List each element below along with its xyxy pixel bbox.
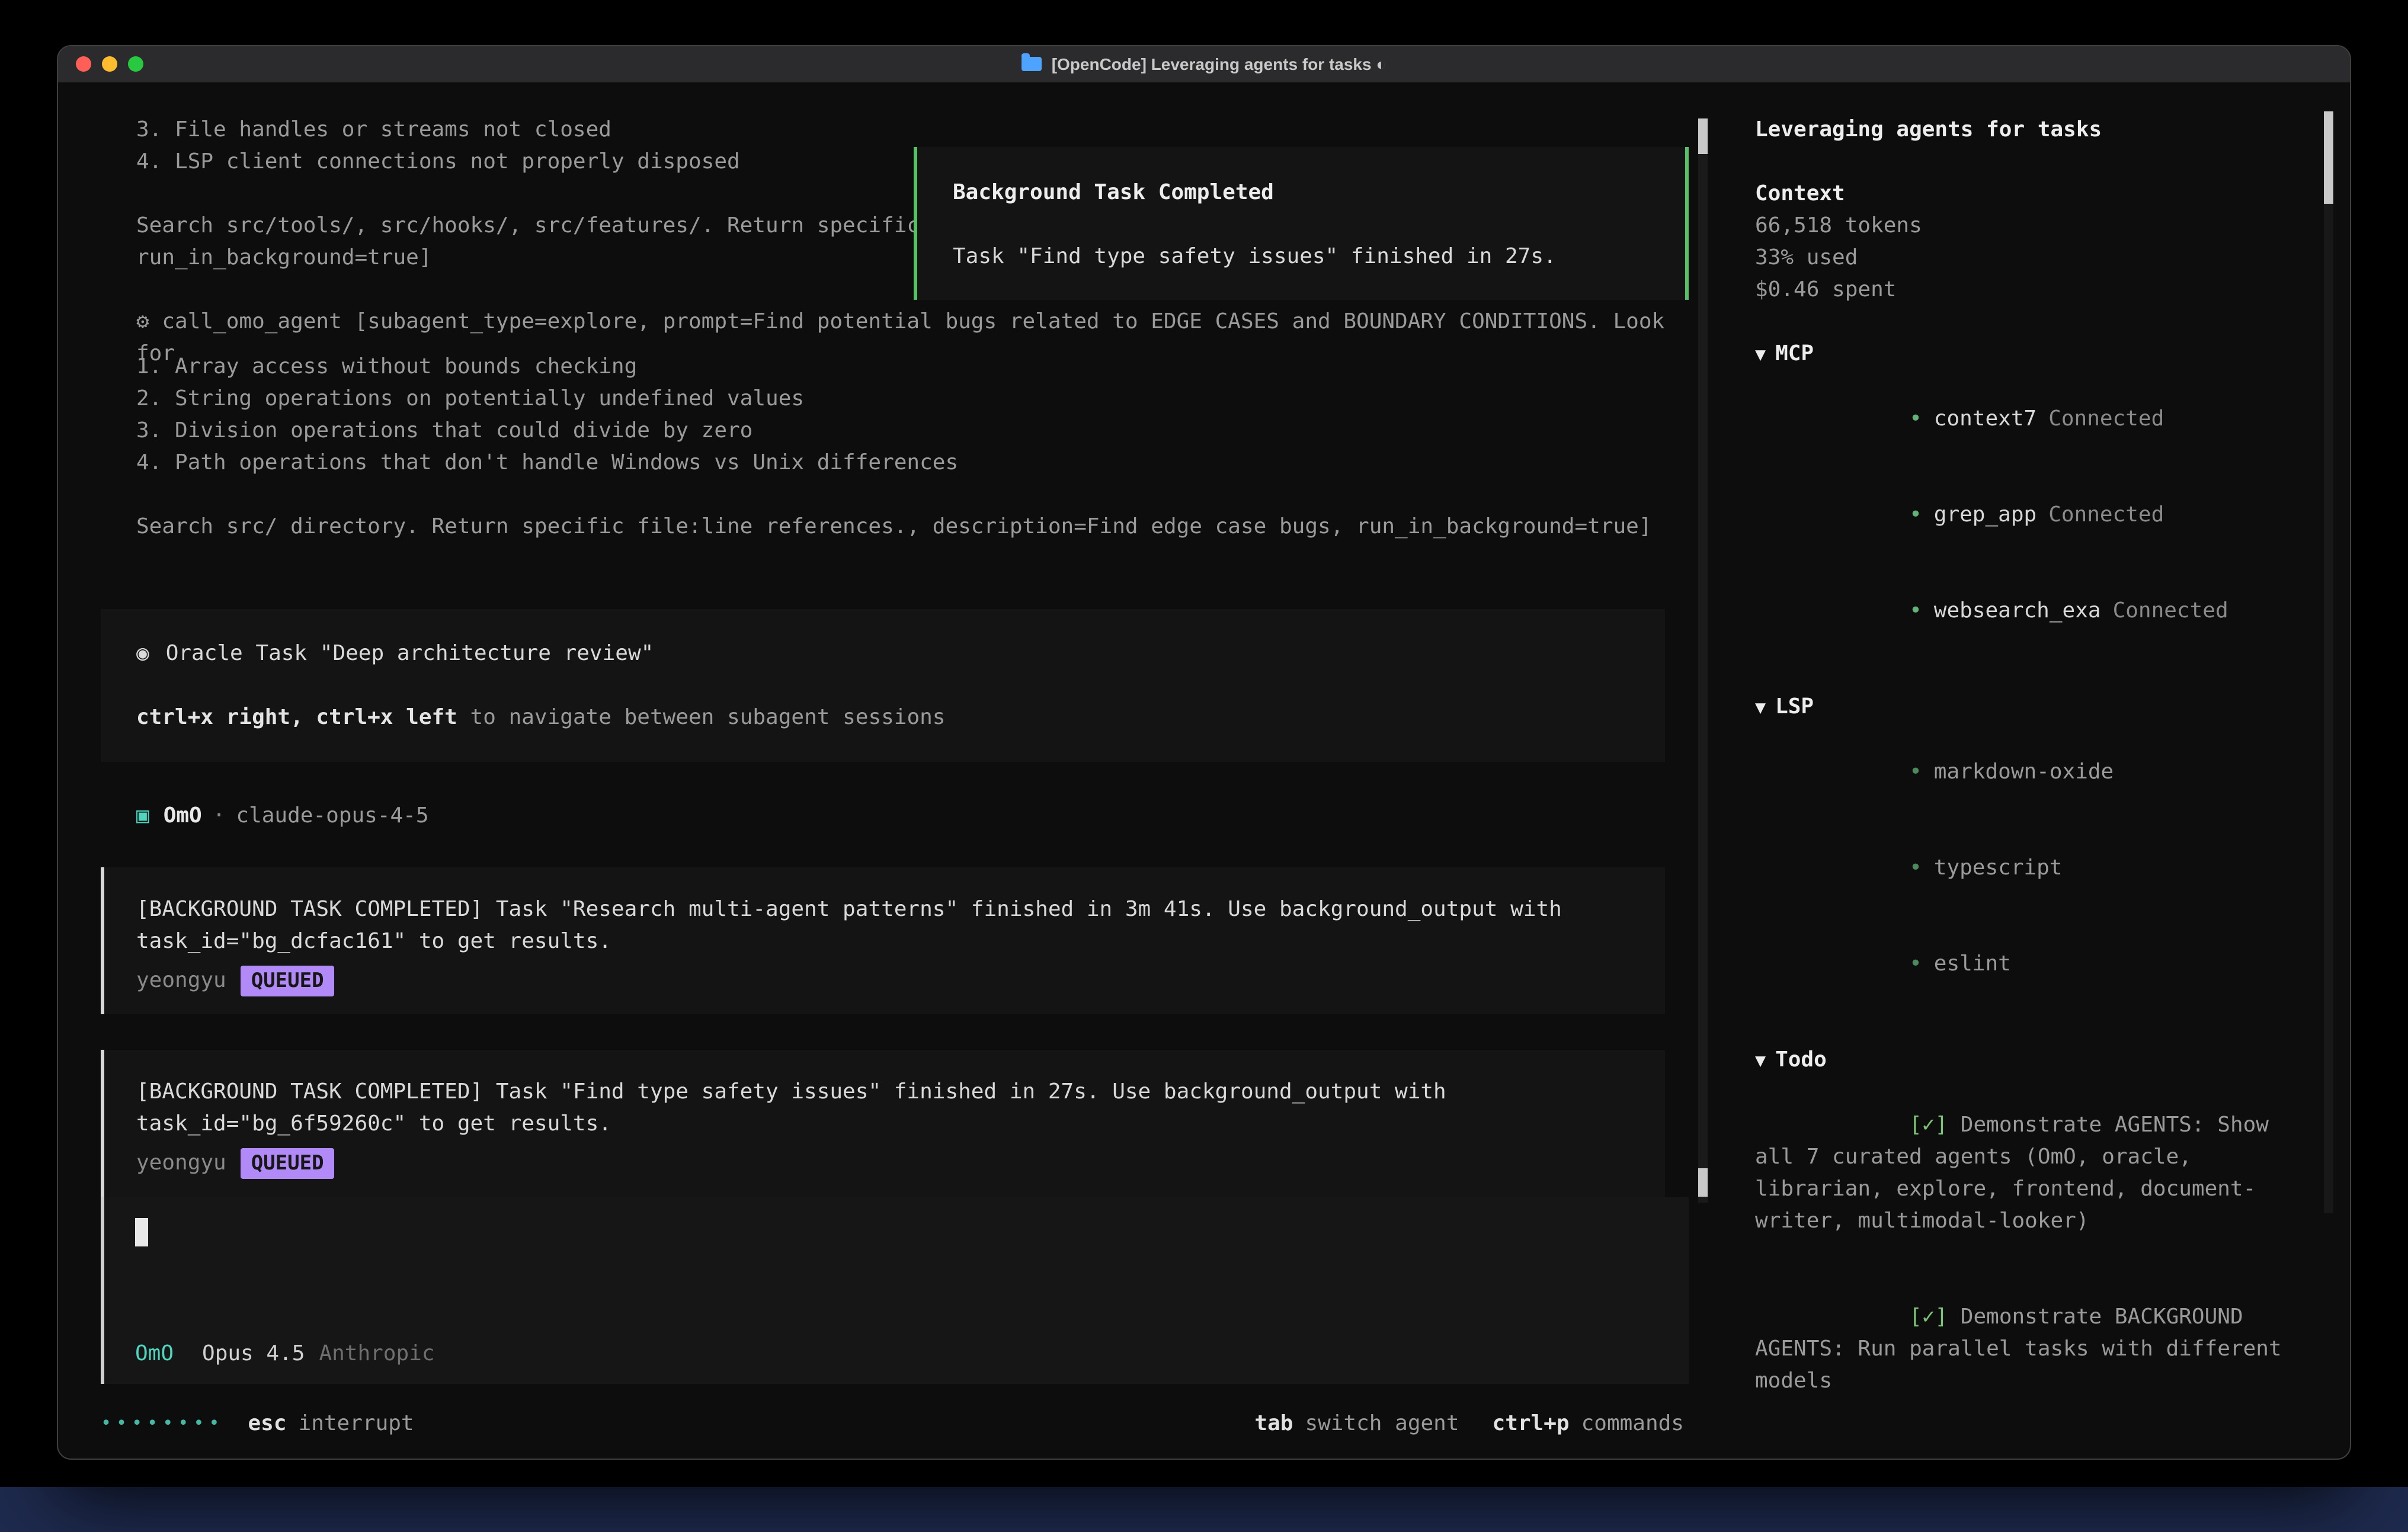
terminal-line: [101, 479, 1689, 511]
message-author: yeongyu: [136, 1147, 226, 1179]
agent-square-icon: ▣: [136, 803, 149, 828]
mcp-section-heading[interactable]: ▼MCP: [1755, 338, 2314, 371]
chevron-down-icon: ▼: [1755, 697, 1766, 718]
mcp-item: •grep_appConnected: [1755, 467, 2314, 563]
esc-key-label: interrupt: [299, 1408, 414, 1440]
lsp-item: •typescript: [1755, 820, 2314, 916]
chevron-down-icon: ▼: [1755, 1050, 1766, 1071]
tab-key-hint: tab: [1254, 1408, 1293, 1440]
agent-separator: ·: [213, 803, 226, 828]
scrollbar-thumb-top[interactable]: [1698, 118, 1708, 154]
desktop-wallpaper-strip: [0, 1487, 2408, 1532]
session-title: Leveraging agents for tasks: [1755, 114, 2314, 146]
input-model-name: Opus 4.5: [202, 1341, 305, 1366]
close-button[interactable]: [76, 56, 91, 72]
terminal-line: 3. File handles or streams not closed: [101, 114, 1689, 146]
toast-title: Background Task Completed: [953, 177, 1650, 209]
oracle-task-panel: ◉Oracle Task "Deep architecture review" …: [101, 609, 1665, 762]
lsp-section-heading[interactable]: ▼LSP: [1755, 691, 2314, 724]
status-badge: QUEUED: [241, 1148, 335, 1178]
prompt-input[interactable]: OmO Opus 4.5 Anthropic: [101, 1197, 1689, 1384]
esc-key-hint: esc: [248, 1408, 287, 1440]
terminal-line: 2. String operations on potentially unde…: [101, 383, 1689, 415]
context-spent: $0.46 spent: [1755, 274, 2314, 306]
terminal-window: [OpenCode] Leveraging agents for tasks ◐…: [57, 45, 2351, 1460]
todo-section-heading[interactable]: ▼Todo: [1755, 1044, 2314, 1077]
context-heading: Context: [1755, 178, 2314, 210]
dot-icon: •: [1909, 951, 1922, 976]
terminal-line: 3. Division operations that could divide…: [101, 415, 1689, 447]
oracle-hint-keys: ctrl+x right, ctrl+x left: [136, 705, 457, 730]
ctrlp-key-label: commands: [1581, 1408, 1684, 1440]
message-text: [BACKGROUND TASK COMPLETED] Task "Resear…: [136, 893, 1633, 957]
traffic-lights: [76, 56, 143, 72]
terminal-line: Search src/ directory. Return specific f…: [101, 511, 1689, 543]
maximize-button[interactable]: [128, 56, 143, 72]
window-title: [OpenCode] Leveraging agents for tasks ◐: [1052, 55, 1386, 73]
oracle-hint-text: to navigate between subagent sessions: [457, 705, 946, 730]
toast-body: Task "Find type safety issues" finished …: [953, 241, 1650, 273]
scrollbar-thumb[interactable]: [1698, 1168, 1708, 1197]
mcp-item: •context7Connected: [1755, 371, 2314, 467]
dot-icon: •: [1909, 855, 1922, 880]
sidebar-scrollbar-thumb[interactable]: [2324, 111, 2333, 204]
check-icon: [✓]: [1909, 1305, 1948, 1329]
dot-icon: •: [1909, 406, 1922, 431]
todo-item-active: [ ] Demonstrate LSP TOOLS: Use lsp_hover…: [1755, 1429, 2314, 1459]
oracle-task-title: Oracle Task "Deep architecture review": [166, 641, 654, 666]
dot-icon: •: [1909, 598, 1922, 623]
terminal-line: 1. Array access without bounds checking: [101, 351, 1689, 383]
input-agent-name: OmO: [135, 1341, 174, 1366]
content-row: 3. File handles or streams not closed 4.…: [58, 83, 2350, 1459]
message-author: yeongyu: [136, 964, 226, 996]
chevron-down-icon: ▼: [1755, 344, 1766, 365]
oracle-task-icon: ◉: [136, 641, 149, 666]
message-text: [BACKGROUND TASK COMPLETED] Task "Find t…: [136, 1076, 1633, 1140]
lsp-item: •markdown-oxide: [1755, 724, 2314, 820]
input-meta: OmO Opus 4.5 Anthropic: [135, 1338, 435, 1370]
mcp-item: •websearch_exaConnected: [1755, 563, 2314, 659]
context-used: 33% used: [1755, 242, 2314, 274]
queued-message: [BACKGROUND TASK COMPLETED] Task "Resear…: [101, 867, 1665, 1014]
agent-model: claude-opus-4-5: [236, 803, 428, 828]
tab-key-label: switch agent: [1305, 1408, 1459, 1440]
titlebar: [OpenCode] Leveraging agents for tasks ◐: [58, 46, 2350, 83]
status-badge: QUEUED: [241, 965, 335, 996]
agent-header: ▣ OmO · claude-opus-4-5: [101, 800, 1689, 832]
session-sidebar: Leveraging agents for tasks Context 66,5…: [1708, 83, 2350, 1459]
minimize-button[interactable]: [102, 56, 117, 72]
background-task-toast[interactable]: Background Task Completed Task "Find typ…: [914, 147, 1689, 300]
agent-name: OmO: [164, 803, 202, 828]
terminal-line: 4. Path operations that don't handle Win…: [101, 447, 1689, 479]
todo-item-done: [✓] Demonstrate AGENTS: Show all 7 curat…: [1755, 1077, 2314, 1269]
status-bar: •••••••• esc interrupt tab switch agent …: [101, 1408, 1684, 1440]
todo-item-done: [✓] Demonstrate BACKGROUND AGENTS: Run p…: [1755, 1269, 2314, 1429]
chat-main-area: 3. File handles or streams not closed 4.…: [58, 83, 1708, 1459]
oracle-navigation-hint: ctrl+x right, ctrl+x left to navigate be…: [136, 701, 1629, 733]
desktop: [OpenCode] Leveraging agents for tasks ◐…: [0, 0, 2408, 1532]
context-tokens: 66,518 tokens: [1755, 210, 2314, 242]
check-icon: [✓]: [1909, 1113, 1948, 1137]
text-cursor: [135, 1218, 148, 1246]
spinner-dots: ••••••••: [101, 1408, 225, 1440]
folder-icon: [1022, 57, 1042, 71]
chat-scrollbar[interactable]: [1698, 118, 1708, 1203]
queued-message: [BACKGROUND TASK COMPLETED] Task "Find t…: [101, 1050, 1665, 1197]
dot-icon: •: [1909, 502, 1922, 527]
sidebar-scrollbar[interactable]: [2324, 111, 2333, 1213]
ctrlp-key-hint: ctrl+p: [1493, 1408, 1570, 1440]
lsp-item: •eslint: [1755, 916, 2314, 1012]
window-title-wrap: [OpenCode] Leveraging agents for tasks ◐: [1022, 55, 1386, 73]
tool-call-line: ⚙ call_omo_agent [subagent_type=explore,…: [101, 306, 1689, 351]
input-provider-name: Anthropic: [319, 1341, 434, 1366]
dot-icon: •: [1909, 759, 1922, 784]
